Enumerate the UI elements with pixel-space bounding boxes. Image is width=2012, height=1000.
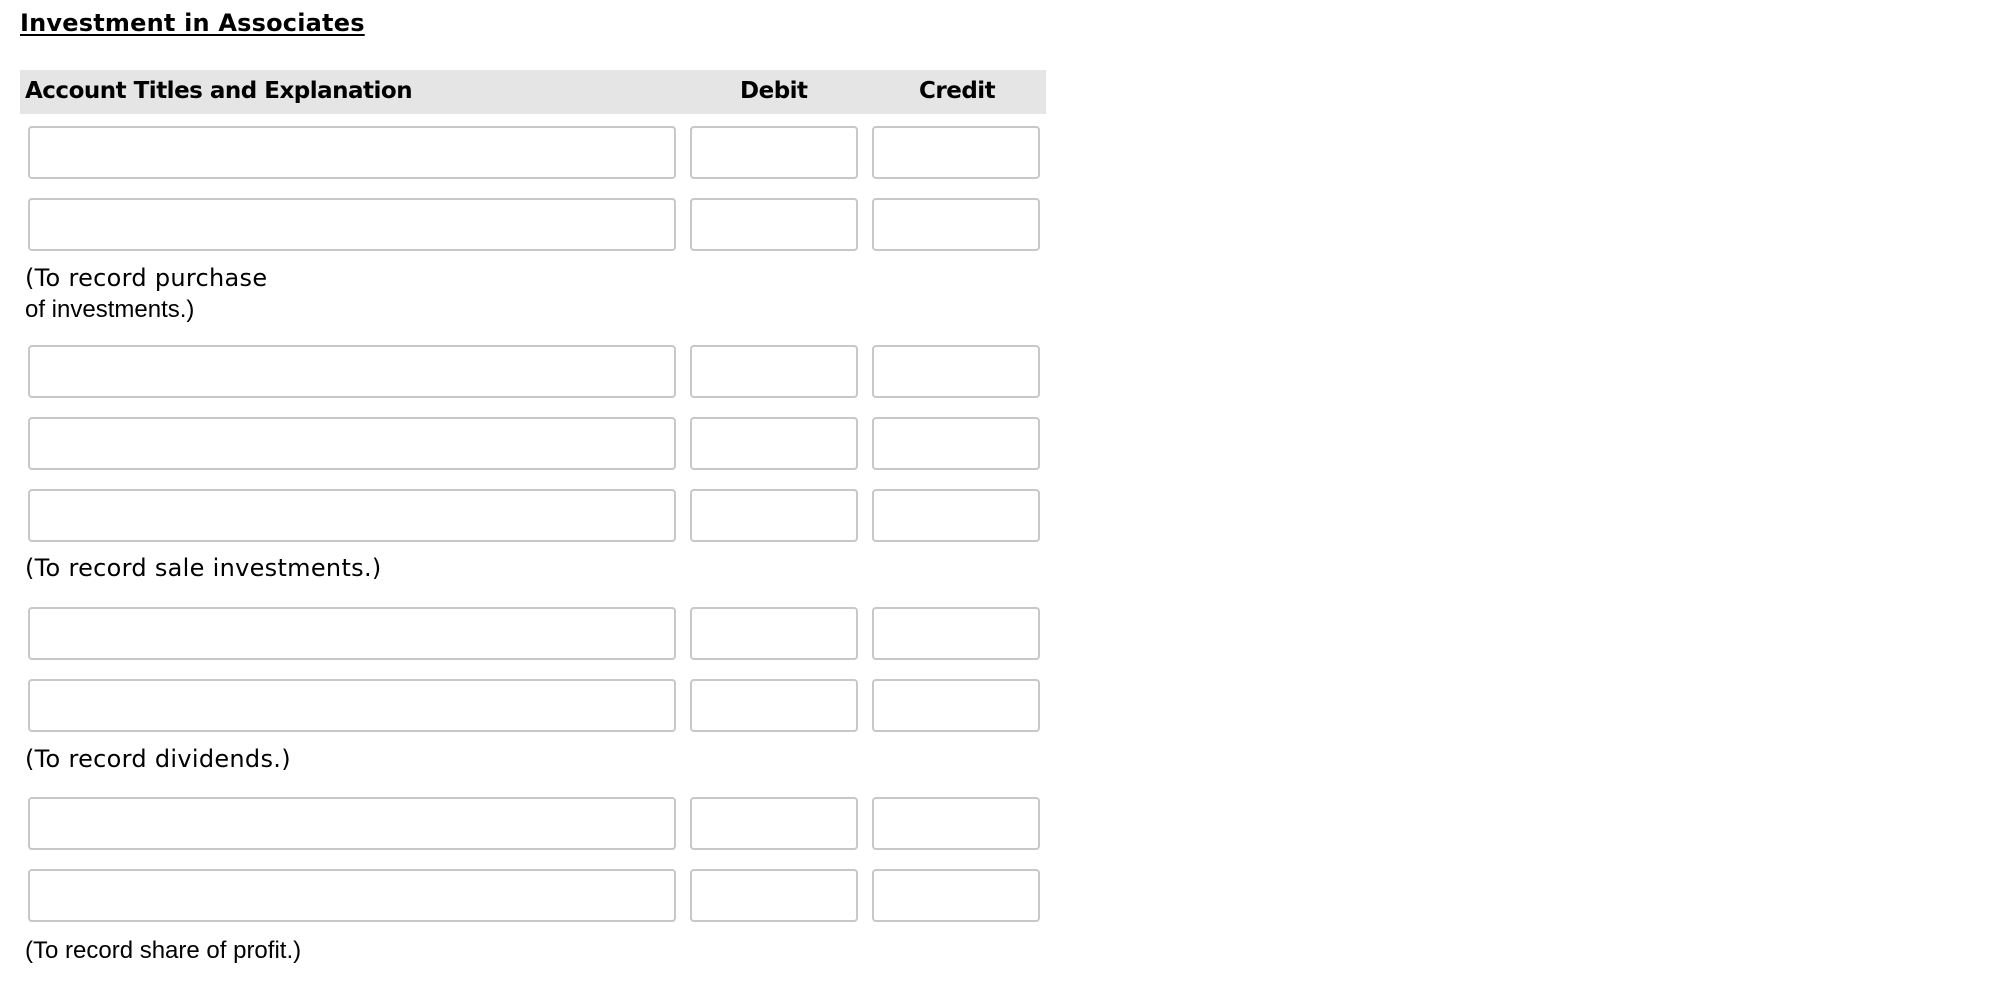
credit-input[interactable]: [872, 417, 1040, 470]
credit-input[interactable]: [872, 679, 1040, 732]
account-title-input[interactable]: [28, 198, 676, 251]
debit-input[interactable]: [690, 607, 858, 660]
credit-input[interactable]: [872, 345, 1040, 398]
account-title-input[interactable]: [28, 345, 676, 398]
credit-input[interactable]: [872, 126, 1040, 179]
debit-input[interactable]: [690, 489, 858, 542]
account-title-input[interactable]: [28, 417, 676, 470]
header-account-titles: Account Titles and Explanation: [25, 78, 413, 104]
account-title-input[interactable]: [28, 797, 676, 850]
entry-caption: (To record purchase of investments.): [25, 263, 267, 325]
entry-caption: (To record share of profit.): [25, 937, 302, 964]
credit-input[interactable]: [872, 607, 1040, 660]
header-debit: Debit: [740, 78, 808, 104]
credit-input[interactable]: [872, 869, 1040, 922]
account-title-input[interactable]: [28, 607, 676, 660]
debit-input[interactable]: [690, 198, 858, 251]
credit-input[interactable]: [872, 797, 1040, 850]
entry-caption: (To record dividends.): [25, 745, 291, 773]
account-title-input[interactable]: [28, 679, 676, 732]
debit-input[interactable]: [690, 417, 858, 470]
entry-caption-line: (To record purchase: [25, 264, 268, 292]
account-title-input[interactable]: [28, 869, 676, 922]
table-header: Account Titles and Explanation Debit Cre…: [20, 70, 1046, 114]
credit-input[interactable]: [872, 198, 1040, 251]
header-credit: Credit: [919, 78, 996, 104]
debit-input[interactable]: [690, 869, 858, 922]
debit-input[interactable]: [690, 345, 858, 398]
debit-input[interactable]: [690, 679, 858, 732]
account-title-input[interactable]: [28, 126, 676, 179]
page-title: Investment in Associates: [20, 9, 365, 37]
credit-input[interactable]: [872, 489, 1040, 542]
debit-input[interactable]: [690, 797, 858, 850]
entry-caption-line: of investments.): [25, 296, 195, 323]
account-title-input[interactable]: [28, 489, 676, 542]
entry-caption: (To record sale investments.): [25, 554, 382, 582]
debit-input[interactable]: [690, 126, 858, 179]
